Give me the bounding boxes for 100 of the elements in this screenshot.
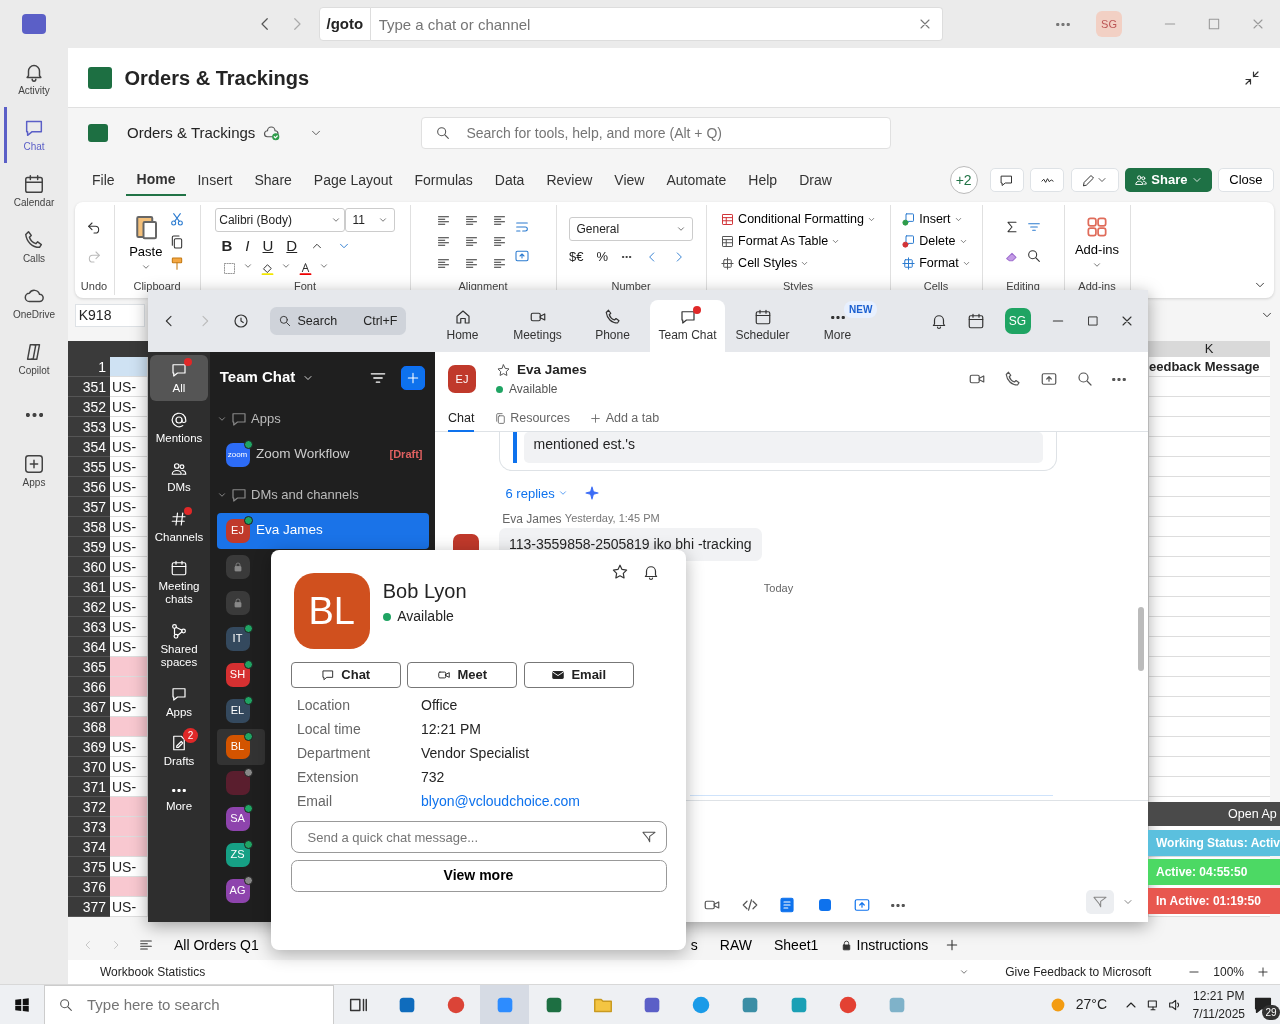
sidebar-item[interactable]: DMs bbox=[150, 454, 208, 501]
search-icon[interactable] bbox=[1076, 370, 1094, 388]
chat-list-item[interactable]: EJ Eva James bbox=[216, 512, 429, 549]
rail-button[interactable]: Apps bbox=[4, 443, 64, 500]
chat-list-item[interactable]: SH bbox=[216, 656, 265, 693]
menu-tab[interactable]: Home bbox=[125, 164, 187, 196]
nav-tab[interactable]: Meetings bbox=[500, 300, 575, 352]
chat-list-item[interactable]: zoom Zoom Workflow [Draft] bbox=[216, 436, 429, 473]
cells-menu-button[interactable]: Insert bbox=[900, 210, 972, 230]
chat-list-item[interactable]: AG bbox=[216, 872, 265, 909]
sheet-tab[interactable]: Sheet1 bbox=[767, 933, 825, 957]
sparkle-icon[interactable] bbox=[584, 485, 601, 502]
sheet-tab[interactable]: RAW bbox=[713, 933, 758, 957]
editing-mode-button[interactable] bbox=[1070, 168, 1119, 192]
sidebar-item[interactable]: More bbox=[150, 777, 208, 819]
nav-tab[interactable]: NEW More bbox=[800, 300, 875, 352]
sidebar-item[interactable]: Mentions bbox=[150, 404, 208, 451]
menu-tab[interactable]: Data bbox=[483, 165, 536, 195]
screen-icon[interactable] bbox=[853, 896, 871, 914]
menu-tab[interactable]: File bbox=[81, 165, 126, 195]
share-button[interactable]: Share bbox=[1125, 168, 1212, 192]
chat-list-item[interactable]: BL bbox=[216, 728, 265, 765]
history-icon[interactable] bbox=[232, 312, 250, 330]
styles-menu-button[interactable]: Conditional Formatting bbox=[719, 210, 877, 230]
more-icon[interactable] bbox=[25, 413, 43, 418]
action-button[interactable]: Chat bbox=[290, 662, 401, 688]
rail-button[interactable]: Copilot bbox=[4, 331, 64, 388]
coauthors-badge[interactable]: +2 bbox=[949, 166, 978, 194]
comments-button[interactable] bbox=[989, 168, 1024, 192]
chat-list-item[interactable]: SA bbox=[216, 800, 265, 837]
caret-icon[interactable] bbox=[959, 967, 970, 977]
styles-menu-button[interactable]: Format As Table bbox=[719, 232, 877, 252]
close-button[interactable]: Close bbox=[1218, 168, 1274, 192]
new-chat-button[interactable] bbox=[401, 365, 426, 390]
menu-tab[interactable]: Insert bbox=[186, 165, 244, 195]
send-button[interactable] bbox=[1086, 890, 1114, 914]
menu-tab[interactable]: Help bbox=[737, 165, 789, 195]
currency-command[interactable]: $€ bbox=[569, 247, 584, 267]
sidebar-item[interactable]: Channels bbox=[150, 503, 208, 550]
star-icon[interactable] bbox=[495, 362, 511, 378]
feedback-link[interactable]: Give Feedback to Microsoft bbox=[1005, 963, 1152, 981]
menu-tab[interactable]: Formulas bbox=[403, 165, 484, 195]
maximize-icon[interactable] bbox=[1085, 314, 1100, 328]
quick-message-field[interactable]: Send a quick chat message... bbox=[290, 821, 667, 853]
goto-command[interactable]: /goto bbox=[319, 7, 371, 41]
phone-icon[interactable] bbox=[1004, 370, 1022, 388]
cut-icon[interactable] bbox=[168, 211, 185, 228]
borders-icon[interactable] bbox=[221, 260, 237, 276]
calendar-icon[interactable] bbox=[967, 312, 985, 330]
sheet-tab[interactable]: Instructions bbox=[834, 933, 935, 957]
styles-menu-button[interactable]: Cell Styles bbox=[719, 254, 877, 274]
double-underline-command[interactable]: D bbox=[286, 235, 298, 258]
nav-tab[interactable]: Home bbox=[425, 300, 500, 352]
cells-menu-button[interactable]: Format bbox=[900, 254, 972, 274]
chat-tab[interactable]: Chat bbox=[448, 405, 475, 432]
italic-command[interactable]: I bbox=[245, 235, 250, 258]
menu-tab[interactable]: View bbox=[603, 165, 656, 195]
search-field[interactable]: Search for tools, help, and more (Alt + Q) bbox=[421, 117, 892, 149]
zoom-in-icon[interactable] bbox=[1256, 965, 1270, 979]
sidebar-item[interactable]: Meeting chats bbox=[150, 553, 208, 613]
name-box[interactable]: K918 bbox=[74, 303, 145, 327]
menu-tab[interactable]: Review bbox=[535, 165, 604, 195]
star-icon[interactable] bbox=[611, 563, 629, 581]
chat-tab[interactable]: Resources bbox=[493, 405, 570, 432]
action-button[interactable]: Meet bbox=[407, 662, 517, 688]
menu-tab[interactable]: Page Layout bbox=[302, 165, 404, 195]
email-link[interactable]: blyon@vcloudchoice.com bbox=[421, 790, 580, 815]
section-header[interactable]: Apps bbox=[216, 400, 281, 437]
menu-tab[interactable]: Share bbox=[243, 165, 303, 195]
chat-list-item[interactable]: EL bbox=[216, 692, 265, 729]
more-icon[interactable] bbox=[1112, 377, 1126, 381]
code-icon[interactable] bbox=[740, 896, 759, 914]
more-icon[interactable] bbox=[890, 903, 905, 907]
menu-tab[interactable]: Draw bbox=[788, 165, 843, 195]
nav-tab[interactable]: Phone bbox=[575, 300, 650, 352]
all-sheets-icon[interactable] bbox=[138, 937, 154, 953]
collapse-icon[interactable] bbox=[1242, 68, 1261, 87]
rail-button[interactable]: Calendar bbox=[4, 163, 64, 220]
font-color-icon[interactable] bbox=[297, 260, 313, 276]
scrollbar-thumb[interactable] bbox=[1138, 607, 1144, 671]
font-name-select[interactable]: Calibri (Body) bbox=[215, 207, 345, 232]
replies-link[interactable]: 6 replies bbox=[505, 483, 568, 503]
sidebar-item[interactable]: Shared spaces bbox=[150, 615, 208, 676]
nav-tab[interactable]: Team Chat bbox=[650, 300, 725, 352]
sidebar-item[interactable]: 2 Drafts bbox=[150, 727, 208, 775]
section-header[interactable]: DMs and channels bbox=[216, 476, 359, 513]
search-button[interactable]: Search Ctrl+F bbox=[269, 307, 406, 335]
sheet-tab[interactable]: All Orders Q1 bbox=[168, 933, 265, 957]
taskbar-search-field[interactable]: Type here to search bbox=[44, 984, 334, 1024]
chat-tab[interactable]: Add a tab bbox=[589, 405, 660, 432]
sidebar-item[interactable]: All bbox=[150, 355, 208, 402]
view-more-button[interactable]: View more bbox=[290, 859, 667, 892]
share-screen-icon[interactable] bbox=[1040, 370, 1058, 388]
rail-button[interactable]: Chat bbox=[4, 107, 64, 164]
rail-button[interactable]: Calls bbox=[4, 219, 64, 276]
document-icon[interactable] bbox=[778, 896, 796, 914]
search-field[interactable]: Type a chat or channel bbox=[370, 7, 943, 41]
number-format-select[interactable]: General bbox=[569, 216, 693, 241]
more-icon[interactable] bbox=[1056, 22, 1070, 26]
font-size-select[interactable]: 11 bbox=[345, 207, 395, 232]
